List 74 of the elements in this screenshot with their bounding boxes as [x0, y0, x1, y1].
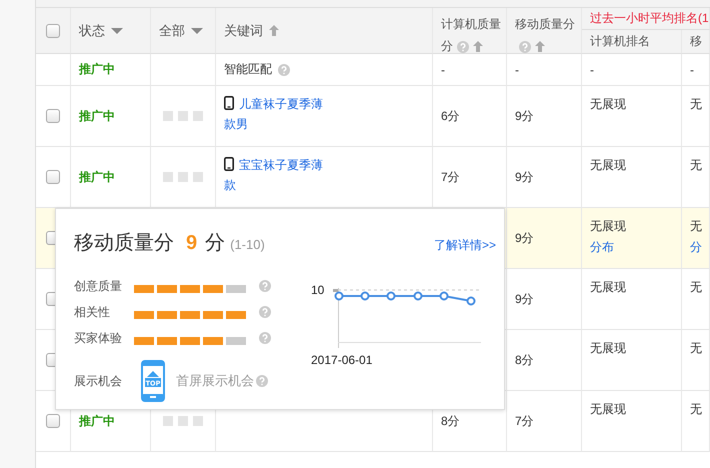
help-icon	[259, 306, 271, 318]
column-header: 计算机质量	[441, 16, 501, 33]
help-icon	[259, 332, 271, 344]
phone-icon	[224, 96, 234, 110]
keyword-link[interactable]: 儿童袜子夏季薄款男	[224, 94, 334, 134]
rank-text: 无展现	[590, 218, 626, 235]
help-icon	[259, 280, 271, 292]
help-icon	[278, 64, 290, 76]
status-text: 推广中	[79, 108, 115, 124]
caret-icon	[111, 28, 123, 34]
score-unit: 分	[205, 231, 226, 256]
metric-label: 创意质量	[74, 278, 123, 294]
score-text: 9分	[515, 230, 534, 246]
column-header: 状态	[79, 22, 105, 40]
score-text: 7分	[515, 412, 534, 430]
rank-text: 无展现	[590, 96, 626, 113]
column-header: 过去一小时平均排名(1	[590, 10, 709, 27]
score-text: 6分	[441, 108, 460, 124]
phone-icon	[224, 157, 234, 171]
square-dots-icon	[163, 111, 203, 121]
column-header: 分	[441, 39, 453, 53]
column-header: 计算机排名	[590, 33, 650, 50]
metric-label: 相关性	[74, 304, 111, 320]
display-chance-text: 首屏展示机会	[176, 372, 254, 390]
sort-arrow-icon	[269, 25, 279, 36]
square-dots-icon	[163, 416, 203, 426]
status-text: 推广中	[79, 168, 115, 186]
status-text: 推广中	[79, 61, 115, 78]
checkbox[interactable]	[46, 170, 60, 184]
checkbox[interactable]	[46, 414, 60, 428]
metric-label: 买家体验	[74, 330, 123, 346]
score-text: 8分	[515, 352, 534, 368]
checkbox[interactable]	[46, 109, 60, 123]
score-text: 9分	[515, 168, 534, 186]
column-header: 全部	[159, 22, 185, 40]
rank-text: 无	[690, 218, 702, 235]
score-text: 7分	[441, 168, 460, 186]
caret-icon	[191, 28, 203, 34]
help-icon	[256, 375, 268, 387]
checkbox[interactable]	[46, 24, 60, 38]
distribution-link[interactable]: 分	[690, 239, 702, 256]
popup-title: 移动质量分	[74, 231, 174, 256]
rank-text: 无展现	[590, 157, 626, 174]
rank-text: -	[690, 62, 694, 76]
rank-text: 无	[690, 96, 702, 113]
score-text: 8分	[441, 412, 460, 430]
rank-text: 无展现	[590, 279, 626, 296]
rank-text: 无展现	[590, 401, 626, 418]
score-text: 9分	[515, 108, 534, 124]
sort-arrow-icon	[473, 41, 483, 52]
column-header: 移动质量分	[515, 17, 575, 31]
score-text: -	[441, 62, 445, 76]
keyword-link[interactable]: 宝宝袜子夏季薄款	[224, 155, 334, 195]
keyword-text: 智能匹配	[224, 61, 272, 78]
rank-text: 无	[690, 401, 702, 418]
distribution-link[interactable]: 分布	[590, 239, 614, 256]
rank-text: 无展现	[590, 340, 626, 357]
axis-label: 2017-06-01	[311, 353, 372, 367]
score-range: (1-10)	[230, 237, 265, 252]
rank-text: -	[590, 62, 594, 76]
metric-label: 展示机会	[74, 372, 123, 390]
rank-text: 无	[690, 157, 702, 174]
rank-text: 无	[690, 340, 702, 357]
score-value: 9	[186, 232, 198, 255]
sort-arrow-icon	[535, 41, 545, 52]
column-header: 移	[690, 33, 702, 50]
status-text: 推广中	[79, 412, 115, 430]
details-link[interactable]: 了解详情>>	[434, 237, 496, 254]
square-dots-icon	[163, 172, 203, 182]
axis-label: 10	[311, 283, 324, 297]
column-header: 关键词	[224, 22, 263, 40]
rank-text: 无	[690, 279, 702, 296]
score-text: -	[515, 62, 519, 76]
score-text: 9分	[515, 290, 534, 308]
